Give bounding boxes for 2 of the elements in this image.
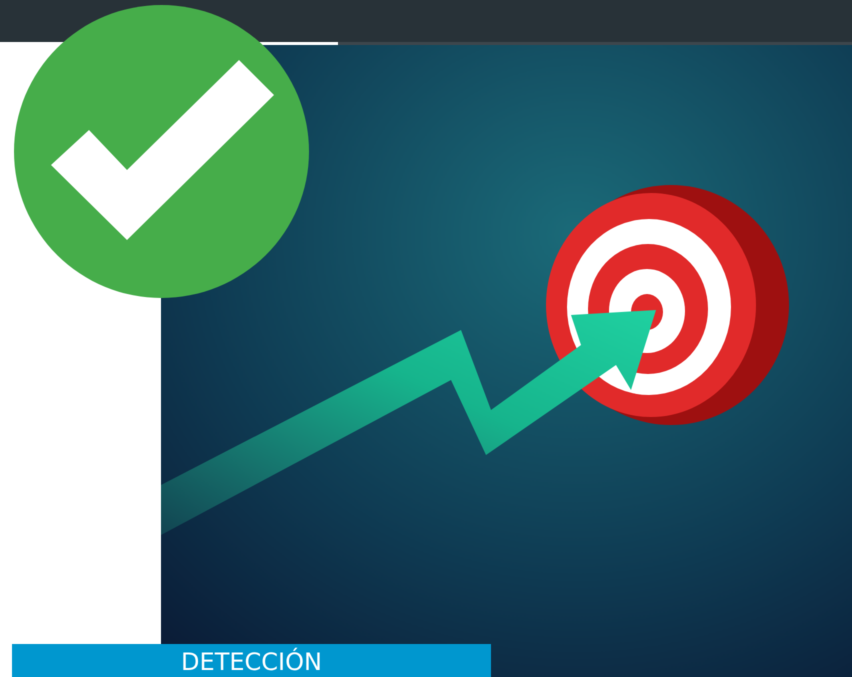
check-icon <box>14 5 309 298</box>
section-heading: DETECCIÓN <box>12 644 491 677</box>
